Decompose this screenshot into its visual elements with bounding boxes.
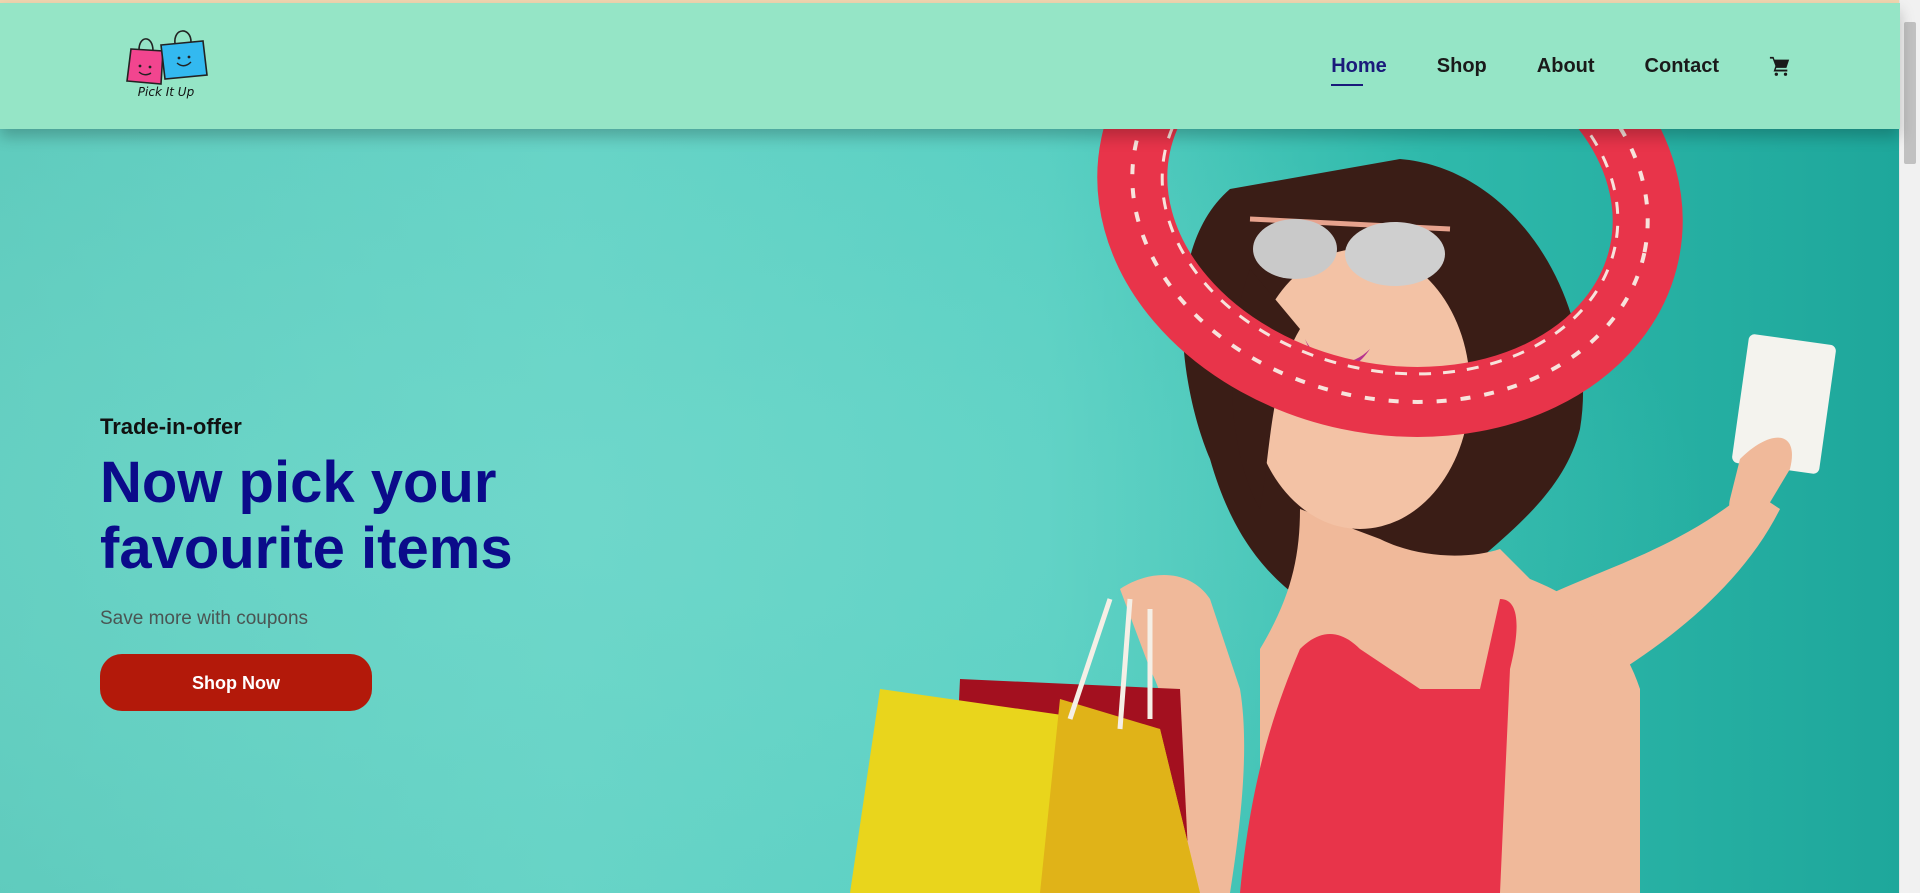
shopping-bags-logo-icon [126,30,208,85]
hero-headline-line-1: Now pick your [100,450,497,515]
nav-shop[interactable]: Shop [1437,55,1487,78]
hero-headline-line-2: favourite items [100,516,513,581]
shop-now-button[interactable]: Shop Now [100,654,372,711]
hero-eyebrow: Trade-in-offer [100,414,242,439]
nav-contact[interactable]: Contact [1645,55,1719,78]
hero-headline: Now pick your favourite items [100,450,620,582]
nav-home[interactable]: Home [1331,55,1387,86]
brand-name: Pick It Up [137,85,195,99]
brand-logo[interactable]: Pick It Up [123,29,209,109]
main-nav: Home Shop About Contact [1281,3,1900,129]
page-scrollbar[interactable] [1899,0,1920,893]
shopping-cart-icon[interactable] [1769,55,1791,77]
hero-banner: Trade-in-offer Now pick your favourite i… [0,129,1900,893]
site-header: Pick It Up Home Shop About Contact [0,3,1900,129]
hero-text-block: Trade-in-offer Now pick your favourite i… [100,414,620,711]
hero-subtitle: Save more with coupons [100,608,309,629]
nav-about[interactable]: About [1537,55,1595,78]
scrollbar-thumb[interactable] [1904,22,1916,164]
